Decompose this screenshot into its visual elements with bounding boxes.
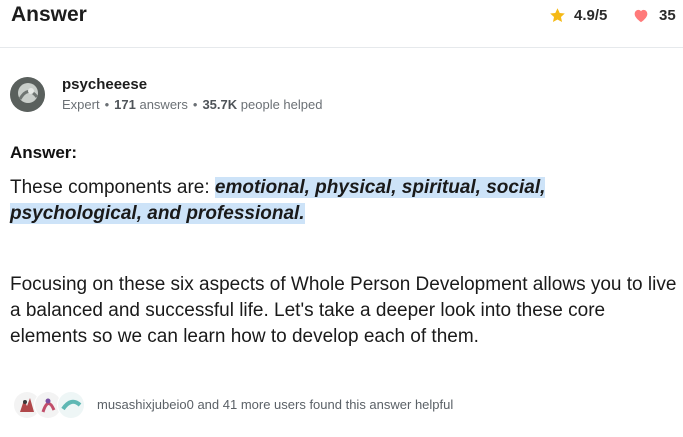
answer-text: These components are: emotional, physica…: [10, 175, 680, 227]
author-meta: Expert • 171 answers • 35.7K people helped: [62, 97, 323, 112]
answers-count: 171: [114, 97, 136, 112]
star-icon: [550, 8, 565, 23]
answer-header: Answer 4.9/5 35: [0, 0, 683, 48]
helpful-text: musashixjubeio0 and 41 more users found …: [97, 397, 454, 412]
helped-label: people helped: [240, 97, 323, 112]
answer-label: Answer:: [10, 143, 78, 162]
likes-count: 35: [659, 7, 676, 24]
rating[interactable]: 4.9/5: [549, 7, 607, 24]
author-role: Expert: [62, 97, 100, 112]
author-name[interactable]: psycheeese: [62, 76, 147, 93]
avatar[interactable]: [10, 77, 45, 112]
answer-paragraph: Focusing on these six aspects of Whole P…: [10, 274, 677, 347]
likes[interactable]: 35: [633, 7, 676, 24]
helpful-user-avatar: [57, 391, 85, 419]
heart-icon: [634, 9, 648, 23]
page-title: Answer: [11, 3, 87, 26]
rating-value: 4.9/5: [574, 7, 608, 24]
answers-label: answers: [139, 97, 188, 112]
answer-intro: These components are:: [10, 177, 215, 198]
helped-count: 35.7K: [202, 97, 238, 112]
avatar-image: [10, 77, 45, 112]
helpful-users-avatars[interactable]: [13, 391, 85, 419]
